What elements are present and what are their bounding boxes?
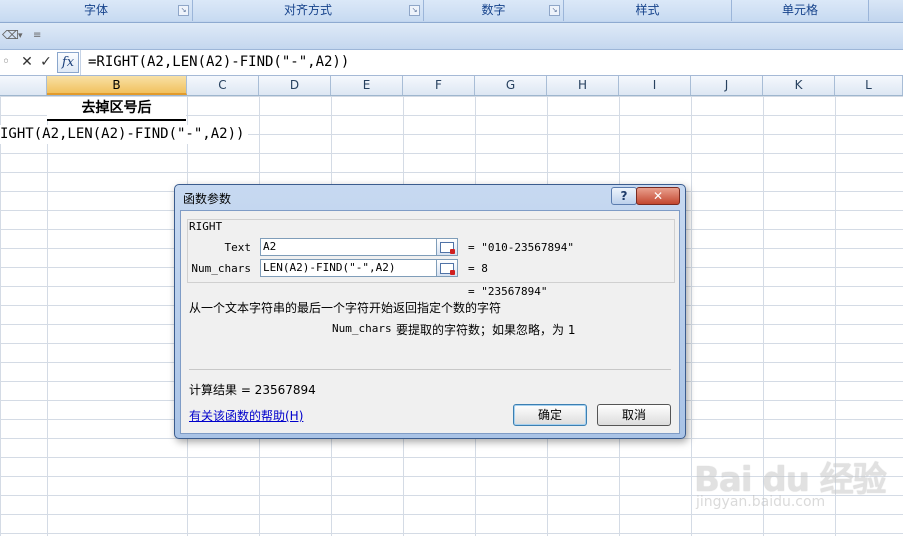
- ribbon-group-label: 对齐方式: [283, 3, 332, 17]
- arg-result-text: = "010-23567894": [468, 241, 574, 254]
- watermark-url: jingyan.baidu.com: [696, 494, 826, 510]
- column-header-D[interactable]: D: [259, 76, 331, 95]
- column-header-F[interactable]: F: [403, 76, 475, 95]
- ribbon-group-alignment[interactable]: 对齐方式 ↘: [193, 0, 424, 21]
- range-select-icon: [440, 242, 455, 254]
- cell-B2-editing-formula[interactable]: IGHT(A2,LEN(A2)-FIND("-",A2)): [0, 125, 249, 144]
- enter-icon[interactable]: ✓: [38, 53, 54, 72]
- column-header-row: B C D E F G H I J K L: [0, 76, 903, 96]
- arg-label-text: Text: [224, 241, 252, 254]
- ribbon-group-labels: 字体 ↘ 对齐方式 ↘ 数字 ↘ 样式 单元格: [0, 0, 903, 23]
- name-box-handle-icon[interactable]: ◦: [0, 53, 12, 72]
- column-header-E[interactable]: E: [331, 76, 403, 95]
- range-select-icon: [440, 263, 455, 275]
- ribbon-group-number[interactable]: 数字 ↘: [424, 0, 564, 21]
- baidu-jingyan-watermark: Bai du 经验 jingyan.baidu.com: [690, 438, 890, 518]
- function-help-link[interactable]: 有关该函数的帮助(H): [189, 407, 303, 424]
- arg-label-num-chars: Num_chars: [191, 262, 251, 275]
- dialog-launcher-icon[interactable]: ↘: [409, 5, 420, 16]
- dialog-body: RIGHT Text A2 = "010-23567894" Num_chars…: [180, 210, 680, 434]
- formula-bar-divider: [80, 50, 81, 75]
- cancel-button[interactable]: 取消: [597, 404, 671, 426]
- dialog-launcher-icon[interactable]: ↘: [178, 5, 189, 16]
- ribbon-group-label: 单元格: [781, 3, 818, 17]
- formula-input[interactable]: =RIGHT(A2,LEN(A2)-FIND("-",A2)): [88, 53, 349, 72]
- column-header-B[interactable]: B: [47, 76, 187, 95]
- arg-input-text[interactable]: A2: [260, 238, 437, 256]
- quick-access-toolbar: ⌫ ▾ ≡: [0, 23, 903, 50]
- function-name: RIGHT: [189, 220, 223, 233]
- eraser-icon[interactable]: ⌫: [2, 28, 19, 42]
- ribbon-group-label: 数字: [481, 3, 506, 17]
- collapse-dialog-button-text[interactable]: [436, 238, 458, 256]
- collapse-dialog-button-num-chars[interactable]: [436, 259, 458, 277]
- ribbon-group-styles[interactable]: 样式: [564, 0, 732, 21]
- cell-B1-header[interactable]: 去掉区号后: [47, 97, 186, 121]
- ribbon-group-label: 样式: [635, 3, 660, 17]
- dialog-title: 函数参数: [183, 192, 232, 206]
- column-header-A[interactable]: [0, 76, 47, 95]
- formula-result-preview: = "23567894": [468, 285, 548, 298]
- grid-column-line: [47, 96, 48, 536]
- customize-icon[interactable]: ≡: [33, 30, 41, 41]
- ribbon-group-label: 字体: [83, 3, 108, 17]
- dialog-launcher-icon[interactable]: ↘: [549, 5, 560, 16]
- column-header-J[interactable]: J: [691, 76, 763, 95]
- cancel-icon[interactable]: ✕: [19, 53, 35, 72]
- arg-description-name: Num_chars: [332, 322, 392, 335]
- arg-description-text: 要提取的字符数；如果忽略，为 1: [396, 323, 576, 337]
- arg-result-num-chars: = 8: [468, 262, 488, 275]
- ok-button[interactable]: 确定: [513, 404, 587, 426]
- column-header-L[interactable]: L: [835, 76, 903, 95]
- column-header-I[interactable]: I: [619, 76, 691, 95]
- ribbon-group-font[interactable]: 字体 ↘: [0, 0, 193, 21]
- column-header-H[interactable]: H: [547, 76, 619, 95]
- insert-function-button[interactable]: fx: [57, 52, 79, 73]
- ribbon-group-cells[interactable]: 单元格: [732, 0, 869, 21]
- column-header-C[interactable]: C: [187, 76, 259, 95]
- close-button[interactable]: ✕: [636, 187, 680, 205]
- column-header-K[interactable]: K: [763, 76, 835, 95]
- help-button[interactable]: ?: [611, 187, 637, 205]
- dropdown-arrow-icon[interactable]: ▾: [18, 31, 23, 41]
- arg-input-num-chars[interactable]: LEN(A2)-FIND("-",A2): [260, 259, 437, 277]
- function-description: 从一个文本字符串的最后一个字符开始返回指定个数的字符: [189, 301, 502, 315]
- function-arguments-dialog: 函数参数 ? ✕ RIGHT Text A2 = "010-23567894" …: [174, 184, 686, 439]
- calculation-result: 计算结果 = 23567894: [189, 383, 316, 397]
- column-header-G[interactable]: G: [475, 76, 547, 95]
- dialog-divider: [189, 369, 671, 370]
- formula-bar: ◦ ✕ ✓ fx =RIGHT(A2,LEN(A2)-FIND("-",A2)): [0, 50, 903, 76]
